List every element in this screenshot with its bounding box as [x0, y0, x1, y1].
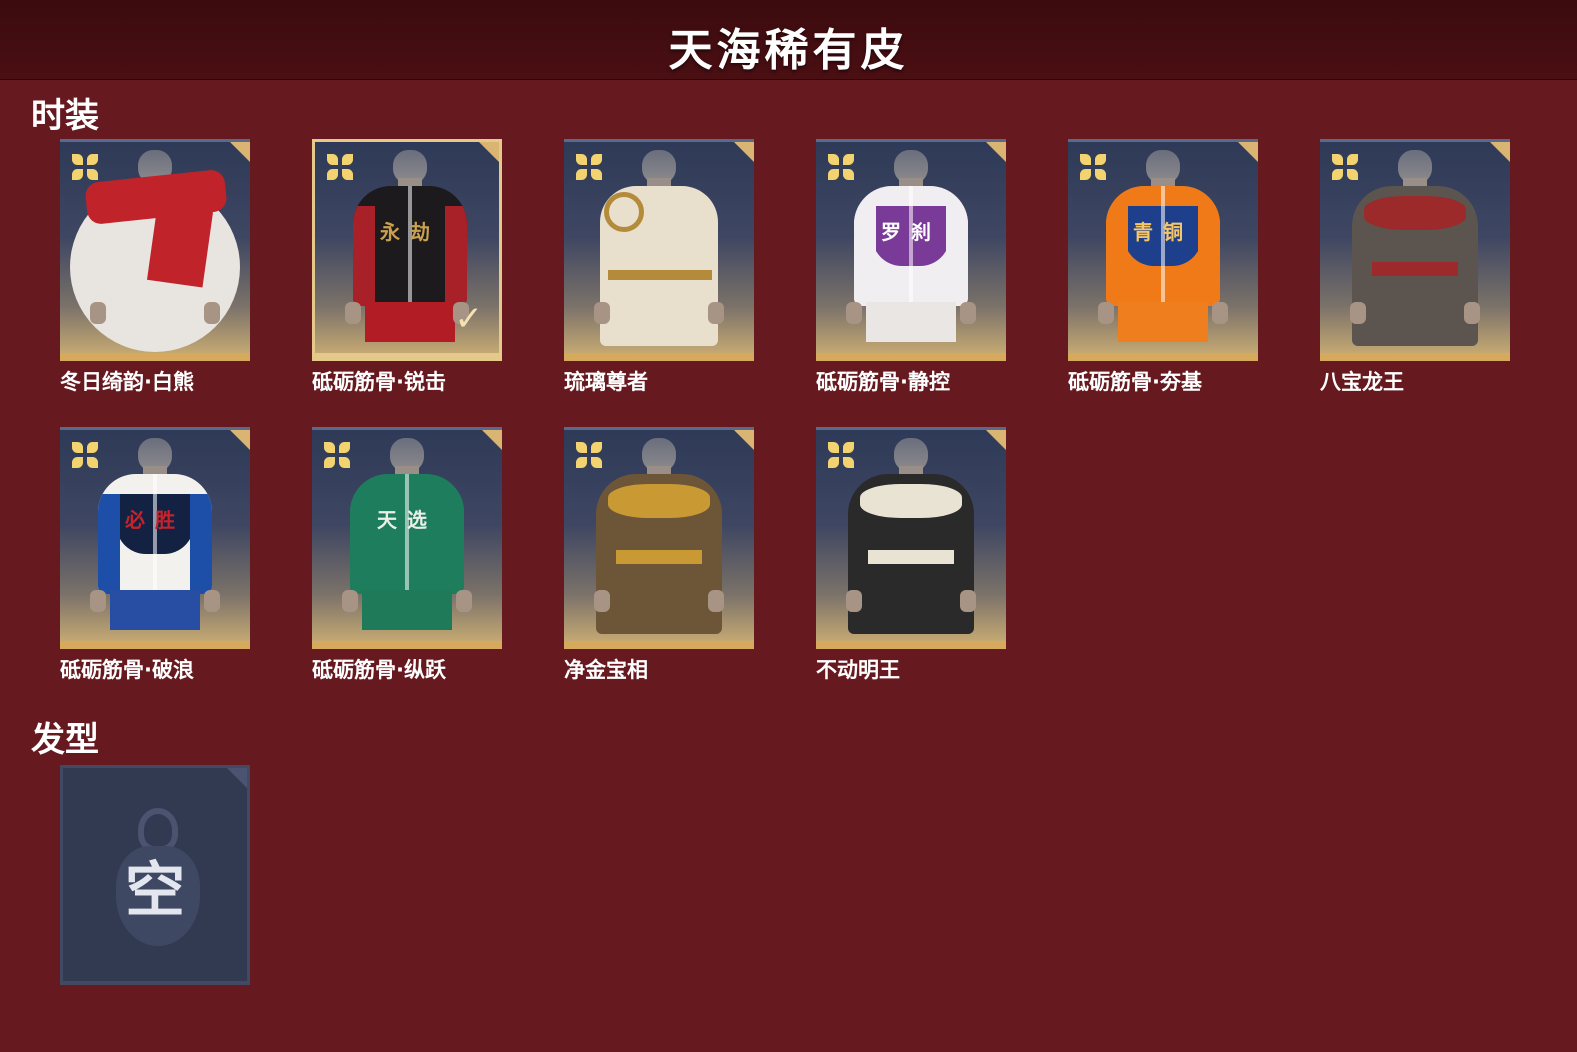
rarity-star-icon	[72, 154, 98, 180]
rarity-star-icon	[576, 442, 602, 468]
costume-card[interactable]: 净金宝相	[564, 427, 754, 688]
costume-name: 冬日绮韵·白熊	[60, 370, 194, 394]
hair-grid: 空	[60, 765, 1510, 985]
costume-card[interactable]: 必胜 砥砺筋骨·破浪	[60, 427, 250, 688]
costume-thumbnail	[60, 139, 250, 361]
costume-thumbnail	[564, 427, 754, 649]
costume-name: 砥砺筋骨·纵跃	[312, 658, 446, 682]
rarity-star-icon	[828, 442, 854, 468]
chest-lettering: 罗刹	[881, 220, 941, 244]
costume-name: 八宝龙王	[1320, 370, 1404, 394]
costume-thumbnail	[1320, 139, 1510, 361]
costume-name: 砥砺筋骨·破浪	[60, 658, 194, 682]
costume-name: 砥砺筋骨·锐击	[312, 370, 446, 394]
outfit-preview: 天选	[350, 474, 464, 594]
corner-tab-icon	[732, 430, 754, 452]
rarity-star-icon	[72, 442, 98, 468]
top-bar: 天海稀有皮	[0, 0, 1577, 80]
corner-tab-icon	[228, 142, 250, 164]
costume-section-title: 时装	[31, 96, 99, 136]
costume-name: 不动明王	[816, 658, 900, 682]
hair-slot-empty[interactable]: 空	[60, 765, 250, 985]
costume-name: 净金宝相	[564, 658, 648, 682]
costume-card[interactable]: 不动明王	[816, 427, 1006, 688]
rarity-star-icon	[828, 154, 854, 180]
rarity-star-icon	[1080, 154, 1106, 180]
costume-name: 琉璃尊者	[564, 370, 648, 394]
costume-card[interactable]: 罗刹 砥砺筋骨·静控	[816, 139, 1006, 400]
costume-thumbnail: 青铜	[1068, 139, 1258, 361]
chest-lettering: 必胜	[125, 508, 185, 532]
corner-tab-icon	[1236, 142, 1258, 164]
chest-lettering: 永劫	[380, 220, 440, 244]
corner-tab-icon	[732, 142, 754, 164]
chest-lettering: 青铜	[1133, 220, 1193, 244]
rarity-star-icon	[576, 154, 602, 180]
empty-slot-text: 空	[125, 856, 185, 926]
costume-thumbnail	[564, 139, 754, 361]
costume-name: 砥砺筋骨·静控	[816, 370, 950, 394]
corner-tab-icon	[477, 142, 499, 164]
hair-section-title: 发型	[31, 720, 99, 760]
corner-tab-icon	[225, 768, 247, 790]
costume-card[interactable]: 冬日绮韵·白熊	[60, 139, 250, 400]
costume-thumbnail: 天选	[312, 427, 502, 649]
costume-card[interactable]: 八宝龙王	[1320, 139, 1510, 400]
corner-tab-icon	[984, 142, 1006, 164]
equipped-check-icon: ✓	[454, 299, 484, 339]
outfit-preview: 罗刹	[854, 186, 968, 306]
costume-thumbnail: 必胜	[60, 427, 250, 649]
costume-thumbnail	[816, 427, 1006, 649]
costume-card[interactable]: 天选 砥砺筋骨·纵跃	[312, 427, 502, 688]
costume-card[interactable]: 琉璃尊者	[564, 139, 754, 400]
costume-card[interactable]: 青铜 砥砺筋骨·夯基	[1068, 139, 1258, 400]
rarity-star-icon	[327, 154, 353, 180]
rarity-star-icon	[1332, 154, 1358, 180]
corner-tab-icon	[984, 430, 1006, 452]
page-title: 天海稀有皮	[668, 25, 909, 76]
corner-tab-icon	[228, 430, 250, 452]
rarity-star-icon	[324, 442, 350, 468]
costume-grid: 冬日绮韵·白熊 永劫 ✓ 砥砺筋骨·锐击 琉璃尊者 罗刹 砥砺筋骨·静控 青铜 …	[60, 139, 1510, 688]
hair-slot-thumbnail: 空	[60, 765, 250, 985]
costume-name: 砥砺筋骨·夯基	[1068, 370, 1202, 394]
chest-lettering: 天选	[377, 508, 437, 532]
outfit-preview: 青铜	[1106, 186, 1220, 306]
corner-tab-icon	[480, 430, 502, 452]
costume-thumbnail: 罗刹	[816, 139, 1006, 361]
outfit-preview: 永劫	[353, 186, 467, 306]
outfit-preview: 必胜	[98, 474, 212, 594]
costume-card[interactable]: 永劫 ✓ 砥砺筋骨·锐击	[312, 139, 502, 400]
corner-tab-icon	[1488, 142, 1510, 164]
costume-thumbnail: 永劫 ✓	[312, 139, 502, 361]
